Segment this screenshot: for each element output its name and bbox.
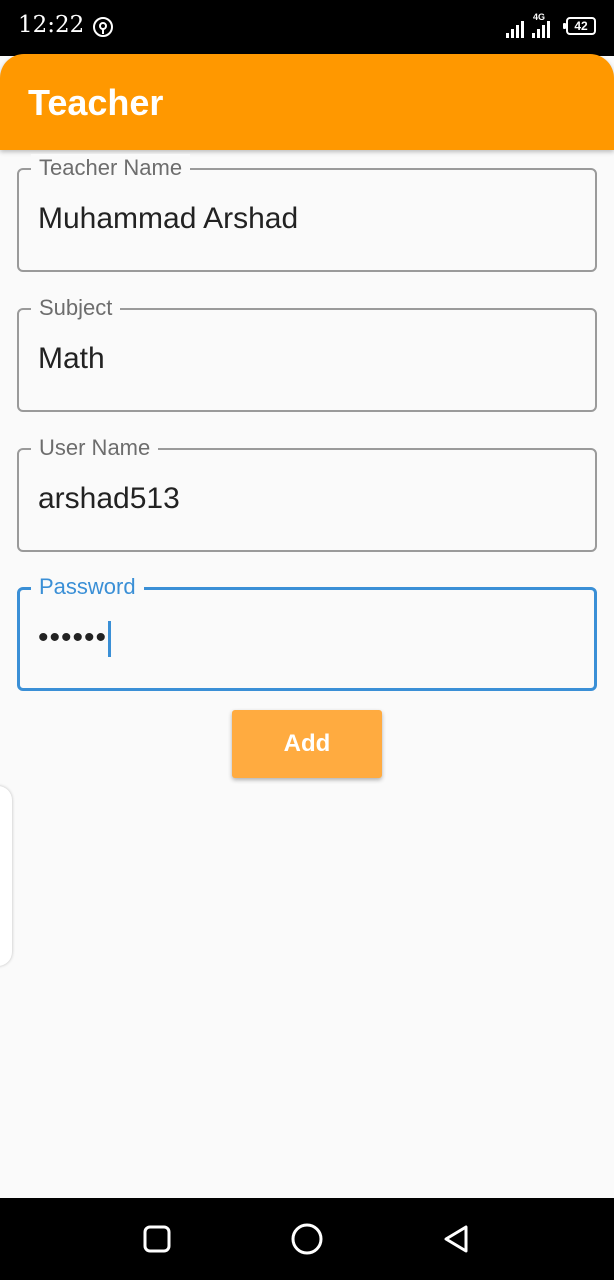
battery-icon: 42 [563,17,596,35]
side-drawer-handle[interactable] [0,786,12,966]
password-label: Password [31,573,144,601]
add-button[interactable]: Add [232,710,382,778]
app-bar: Teacher [0,54,614,150]
network-type-label: 4G [533,12,546,22]
user-name-label: User Name [31,434,159,462]
page-title: Teacher [28,82,164,123]
recents-icon[interactable] [140,1222,174,1256]
home-icon[interactable] [290,1222,324,1256]
password-input[interactable]: •••••• [38,621,107,654]
password-input-wrap[interactable]: •••••• [38,619,112,658]
user-name-input[interactable]: arshad513 [38,480,180,518]
hotspot-icon [92,16,114,38]
subject-label: Subject [31,294,121,322]
teacher-name-field[interactable]: Teacher Name Muhammad Arshad [17,154,597,272]
back-icon[interactable] [440,1222,474,1256]
text-cursor [108,621,112,658]
screen: 12:22 4G 42 Teacher Teacher Name Muhamma… [0,0,614,1280]
navigation-bar [0,1198,614,1280]
teacher-name-label: Teacher Name [31,154,191,182]
subject-input[interactable]: Math [38,340,105,378]
teacher-name-input[interactable]: Muhammad Arshad [38,200,298,238]
signal-icon [506,18,556,38]
password-field[interactable]: Password •••••• [17,573,597,691]
status-bar: 12:22 4G 42 [0,0,614,56]
user-name-field[interactable]: User Name arshad513 [17,434,597,552]
subject-field[interactable]: Subject Math [17,294,597,412]
status-time: 12:22 [18,12,85,38]
